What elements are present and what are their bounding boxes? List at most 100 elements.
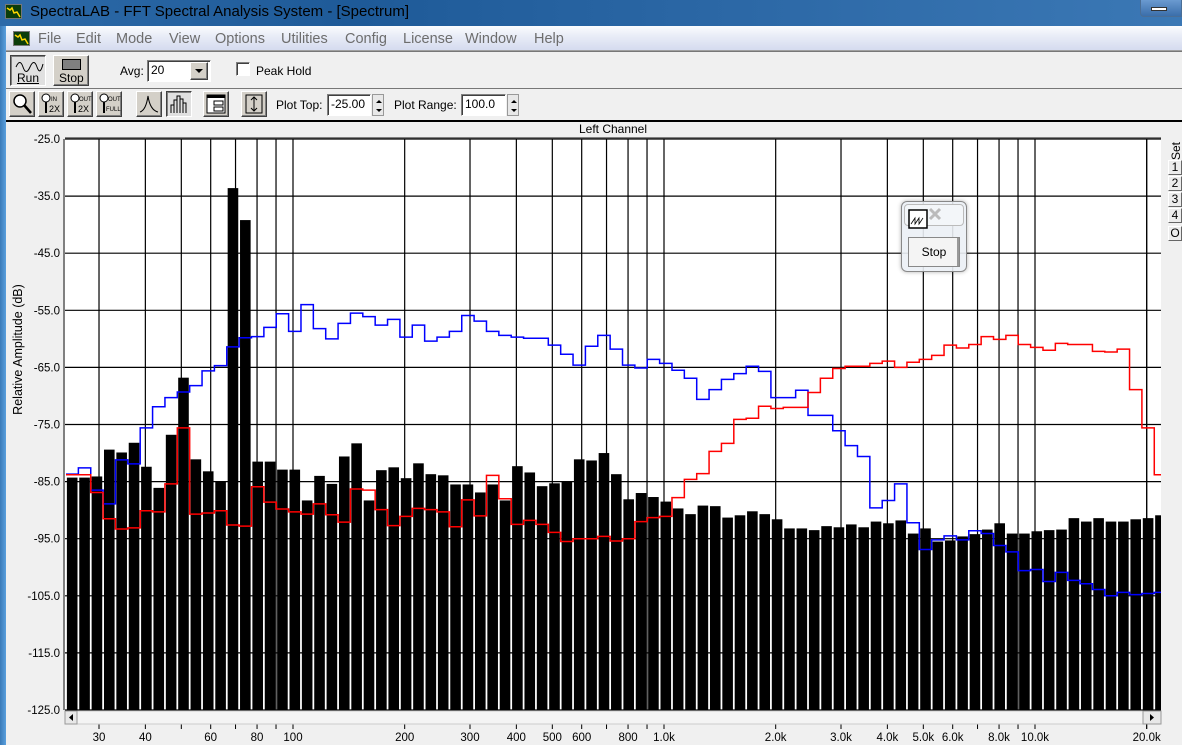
spectrum-bar: [1118, 521, 1129, 710]
spectrum-bar: [920, 528, 931, 710]
spectrum-bar: [709, 506, 721, 710]
spectrum-bar: [648, 497, 659, 710]
spectrum-bar: [771, 519, 783, 710]
spectrum-bar: [598, 453, 610, 710]
spectrum-bar: [573, 459, 585, 710]
set-button-1[interactable]: 1: [1168, 160, 1182, 175]
spectrum-bar: [326, 483, 338, 710]
spectrum-bar: [1068, 518, 1080, 710]
spectrum-bar: [623, 499, 634, 710]
set-button-4[interactable]: 4: [1168, 208, 1182, 223]
spectrum-bar: [685, 514, 696, 710]
spectrum-bar: [499, 500, 511, 710]
spectrum-bar: [289, 469, 301, 710]
spectrum-bar: [1031, 531, 1043, 710]
spectrum-bar: [400, 478, 412, 710]
spectrum-bar: [635, 493, 647, 710]
spectrum-bar: [536, 486, 548, 710]
spectrum-bar: [153, 487, 165, 710]
mini-stop-button[interactable]: Stop: [908, 237, 960, 267]
spectrum-bar: [240, 220, 251, 710]
y-tick-label: -105.0: [27, 591, 60, 603]
set-button-o[interactable]: O: [1168, 226, 1182, 241]
spectrum-bar: [982, 529, 993, 710]
spectrum-bar: [1142, 518, 1154, 710]
spectrum-bar: [1093, 518, 1104, 710]
x-tick-label: 100: [283, 732, 302, 744]
spectrum-bar: [611, 474, 622, 710]
spectrum-bar: [1043, 530, 1055, 710]
spectrum-bar: [883, 523, 894, 710]
x-tick-label: 5.0k: [912, 732, 934, 744]
spectrum-bar: [487, 484, 498, 710]
spectrum-bar: [376, 470, 387, 710]
spectrum-bar: [821, 526, 832, 710]
spectrum-bar: [957, 536, 968, 710]
spectrum-bar: [660, 501, 672, 710]
x-tick-label: 30: [93, 732, 106, 744]
spectrum-bar: [66, 477, 78, 710]
spectrum-bar: [784, 528, 795, 710]
spectrum-bar: [697, 505, 709, 710]
spectrum-bar: [252, 461, 263, 710]
x-tick-label: 3.0k: [830, 732, 852, 744]
spectrum-bar: [227, 188, 239, 710]
spectrum-bar: [277, 469, 288, 710]
spectrum-bar: [1080, 521, 1092, 710]
y-tick-label: -125.0: [27, 705, 60, 717]
spectrum-bar: [586, 460, 597, 710]
x-tick-label: 8.0k: [988, 732, 1010, 744]
y-tick-label: -55.0: [34, 305, 60, 317]
x-tick-label: 6.0k: [942, 732, 964, 744]
y-axis-label: Relative Amplitude (dB): [11, 284, 25, 415]
spectrum-bar: [1130, 519, 1142, 710]
spectrum-bar: [1155, 515, 1161, 710]
y-tick-label: -45.0: [34, 248, 60, 260]
spectrum-bar: [512, 466, 523, 710]
spectrum-bar: [994, 523, 1005, 710]
spectrum-bar: [1105, 521, 1117, 710]
spectrum-bar: [1056, 529, 1067, 710]
set-button-3[interactable]: 3: [1168, 192, 1182, 207]
x-tick-label: 2.0k: [765, 732, 787, 744]
x-tick-label: 500: [543, 732, 562, 744]
y-tick-label: -35.0: [34, 191, 60, 203]
spectrum-bar: [338, 456, 350, 710]
set-label: Set: [1169, 141, 1182, 160]
y-tick-label: -95.0: [34, 534, 60, 546]
mini-control-window: Stop: [901, 201, 967, 272]
spectrum-bar: [969, 534, 981, 710]
spectrum-bar: [91, 476, 103, 710]
spectrum-bar: [932, 541, 944, 710]
spectrum-bar: [413, 463, 424, 710]
y-tick-label: -75.0: [34, 420, 60, 432]
y-tick-label: -85.0: [34, 477, 60, 489]
spectrum-bar: [907, 533, 919, 710]
spectrum-bar: [1019, 533, 1030, 710]
spectrum-chart[interactable]: Left Channel -25.0 -35.0 -45.0 -55.0 -65.0 -75…: [0, 0, 1182, 745]
spectrum-bar: [116, 452, 127, 710]
chart-title: Left Channel: [579, 122, 647, 136]
spectrum-bar: [202, 471, 214, 710]
spectrum-bar: [734, 515, 746, 710]
spectrum-bar: [808, 530, 820, 710]
spectrum-bar: [833, 527, 845, 710]
spectrum-bar: [301, 500, 313, 710]
spectrum-bar: [388, 467, 400, 710]
spectrum-bar: [474, 492, 486, 710]
x-tick-label: 40: [139, 732, 152, 744]
x-tick-label: 1.0k: [653, 732, 675, 744]
spectrum-bar: [672, 508, 684, 710]
spectrum-bar: [314, 475, 325, 710]
x-tick-label: 600: [572, 732, 591, 744]
x-tick-label: 80: [251, 732, 264, 744]
spectrum-bar: [747, 511, 758, 710]
spectrum-bar: [450, 484, 461, 710]
x-tick-label: 400: [507, 732, 526, 744]
spectrum-bar: [165, 434, 177, 710]
x-tick-label: 800: [618, 732, 637, 744]
spectrum-bar: [870, 521, 882, 710]
horizontal-scrollbar[interactable]: [64, 710, 1162, 725]
set-button-2[interactable]: 2: [1168, 176, 1182, 191]
spectrum-bar: [524, 472, 536, 710]
